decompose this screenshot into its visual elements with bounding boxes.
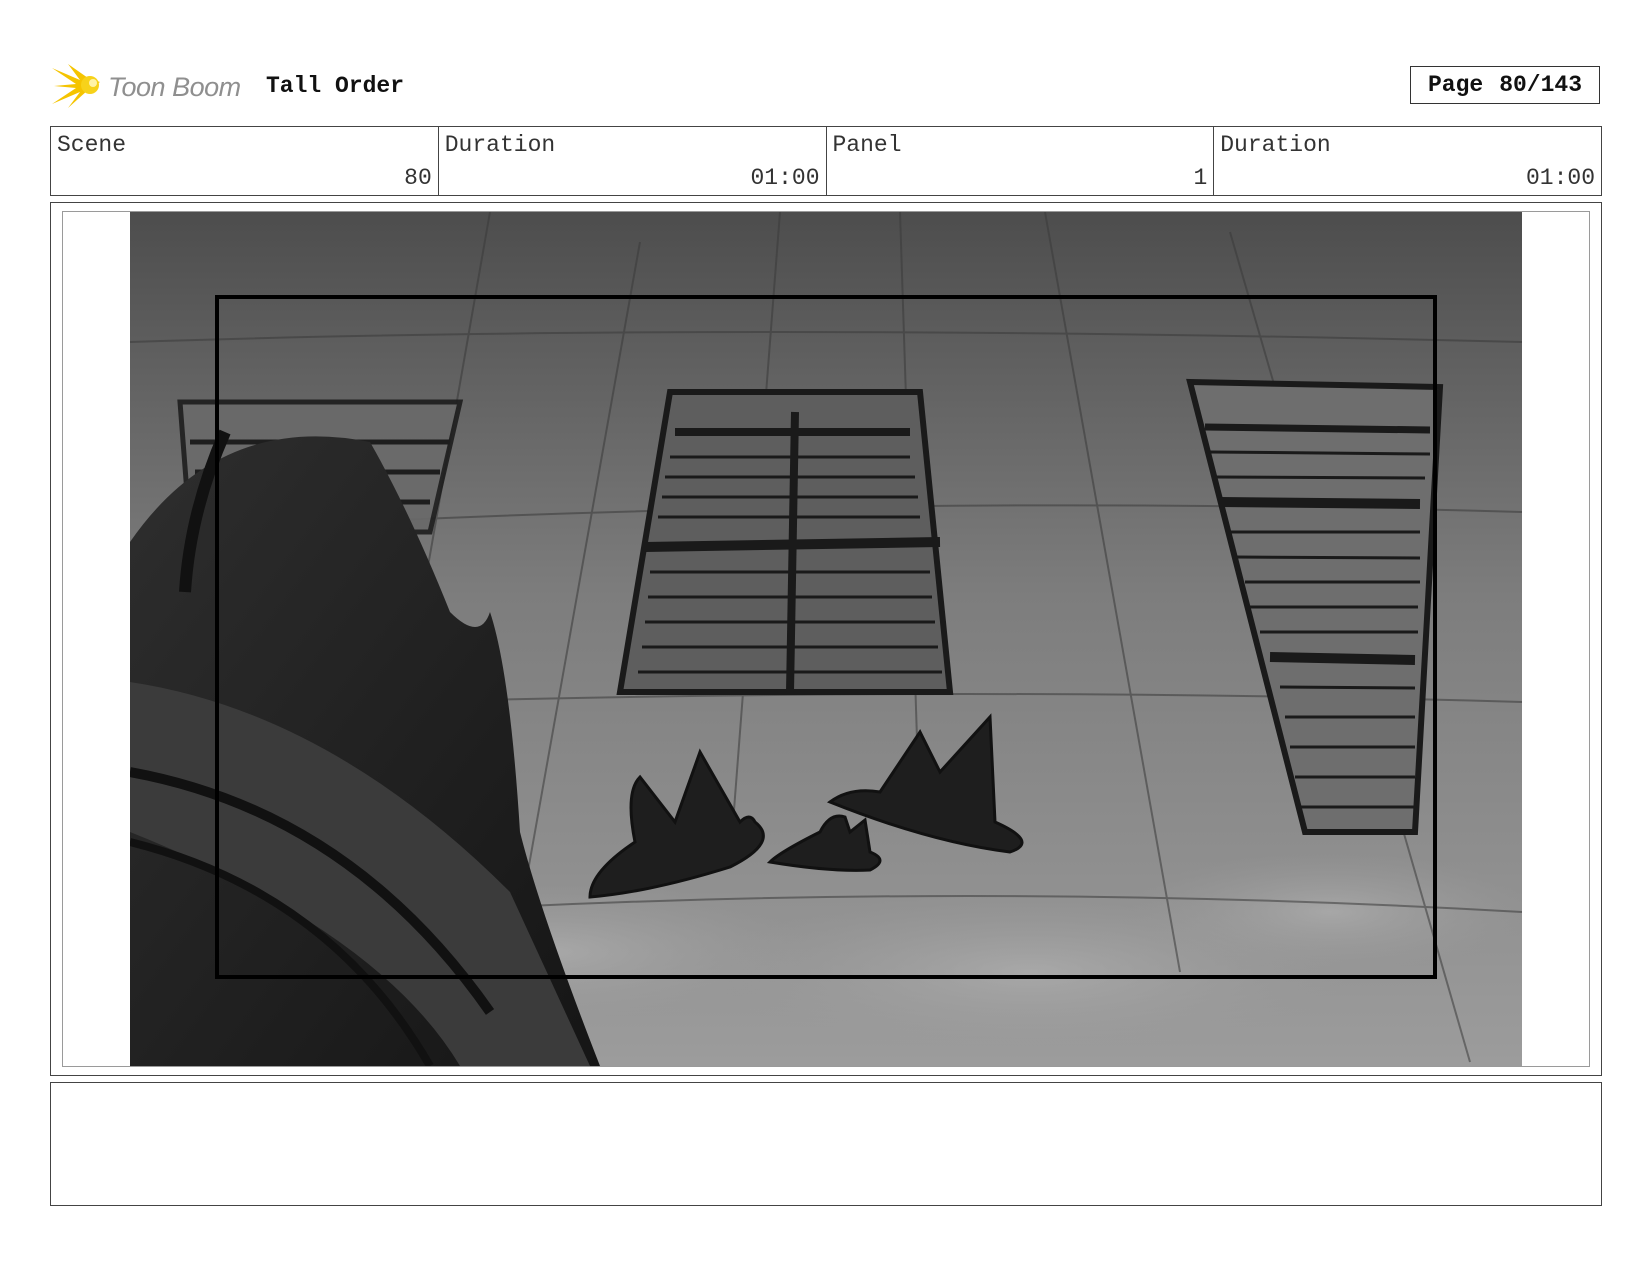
scene-duration-cell: Duration 01:00 (439, 127, 827, 195)
panel-duration-value: 01:00 (1525, 165, 1595, 191)
scene-duration-value: 01:00 (750, 165, 820, 191)
scene-label: Scene (57, 132, 127, 158)
panel-duration-label: Duration (1220, 132, 1331, 158)
panel-canvas (62, 211, 1590, 1067)
panel-cell: Panel 1 (827, 127, 1215, 195)
page-number: 80/143 (1499, 72, 1583, 98)
panel-value: 1 (1193, 165, 1208, 191)
panel-frame (50, 202, 1602, 1076)
page-indicator: Page 80/143 (1410, 66, 1600, 104)
toon-boom-logo: Toon Boom (50, 60, 250, 112)
panel-label: Panel (832, 132, 902, 158)
panel-notes-box (50, 1082, 1602, 1206)
scene-duration-label: Duration (444, 132, 556, 158)
scene-info-table: Scene 80 Duration 01:00 Panel 1 Duration… (50, 126, 1602, 196)
scene-value: 80 (404, 165, 432, 191)
starburst-icon (52, 64, 100, 108)
storyboard-sketch-image (130, 212, 1522, 1066)
scene-cell: Scene 80 (51, 127, 439, 195)
project-title: Tall Order (266, 73, 405, 99)
page-header: Toon Boom Tall Order Page 80/143 (50, 56, 1600, 114)
page-label: Page (1427, 72, 1484, 98)
brand-name: Toon Boom (108, 72, 241, 102)
panel-duration-cell: Duration 01:00 (1214, 127, 1601, 195)
